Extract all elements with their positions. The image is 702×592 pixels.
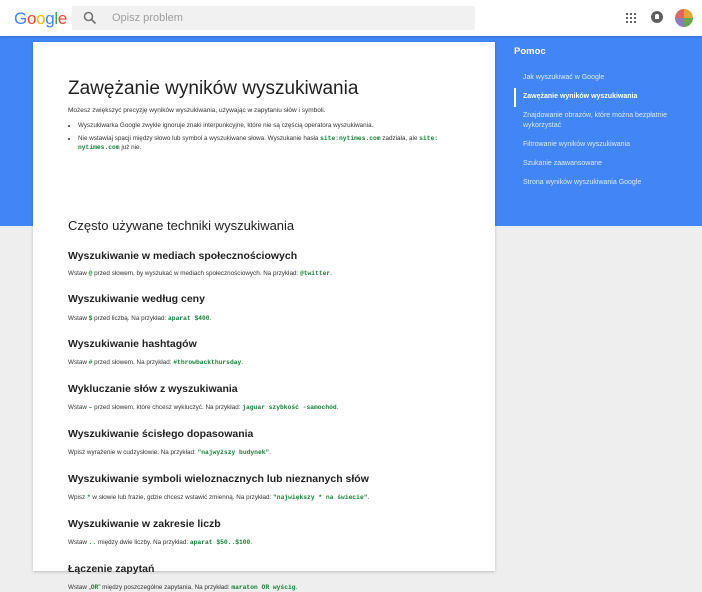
list-item: Wyszukiwarka Google zwykle ignoruje znak… — [78, 121, 468, 130]
list-item: Nie wstawiaj spacji między słowo lub sym… — [78, 134, 468, 152]
section-text: Wstaw $ przed liczbą. Na przykład: apara… — [68, 315, 212, 322]
section-text: Wpisz * w słowie lub frazie, gdzie chces… — [68, 494, 370, 501]
sidebar-item-znajdowanie-obrazow[interactable]: Znajdowanie obrazów, które można bezpłat… — [514, 107, 694, 136]
sidebar-item-szukanie-zaawansowane[interactable]: Szukanie zaawansowane — [514, 155, 694, 174]
sidebar-title[interactable]: Pomoc — [514, 46, 694, 57]
notes-list: Wyszukiwarka Google zwykle ignoruje znak… — [68, 121, 468, 152]
sidebar-item-jak-wyszukiwac[interactable]: Jak wyszukiwać w Google — [514, 69, 694, 88]
example-code: "najwyższy budynek" — [197, 449, 270, 456]
intro-text: Możesz zwiększyć precyzję wyników wyszuk… — [68, 107, 326, 114]
section-heading: Wyszukiwanie według ceny — [68, 293, 205, 305]
section-heading: Wykluczanie słów z wyszukiwania — [68, 383, 238, 395]
example-code: @twitter — [299, 270, 331, 277]
sidebar-item-filtrowanie-wynikow[interactable]: Filtrowanie wyników wyszukiwania — [514, 136, 694, 155]
example-code: jaguar szybkość -samochód — [242, 404, 337, 411]
section-text: Wstaw # przed słowem. Na przykład: #thro… — [68, 359, 244, 366]
search-icon — [83, 11, 97, 25]
example-code: "największy * na świecie" — [273, 494, 368, 501]
section-text: Wstaw „OR” między poszczególne zapytania… — [68, 584, 298, 591]
section-heading: Wyszukiwanie ścisłego dopasowania — [68, 428, 254, 440]
example-code: #throwbackthursday — [173, 359, 242, 366]
sidebar-item-zawezanie-wynikow[interactable]: Zawężanie wyników wyszukiwania — [514, 88, 694, 107]
section-text: Wstaw – przed słowem, które chcesz wyklu… — [68, 404, 339, 411]
section-subtitle: Często używane techniki wyszukiwania — [68, 218, 295, 233]
example-code: aparat $400 — [168, 315, 210, 322]
top-bar: Google — [0, 0, 702, 36]
search-box[interactable] — [72, 6, 475, 30]
section-heading: Wyszukiwanie w zakresie liczb — [68, 518, 221, 530]
sidebar-item-strona-wynikow[interactable]: Strona wyników wyszukiwania Google — [514, 174, 694, 193]
search-input[interactable] — [112, 9, 462, 27]
example-code: site:nytimes.com — [320, 135, 381, 142]
section-text: Wpisz wyrażenie w cudzysłowie. Na przykł… — [68, 449, 272, 456]
apps-grid-icon[interactable] — [626, 13, 636, 23]
article-card: Zawężanie wyników wyszukiwania Możesz zw… — [33, 42, 495, 591]
example-code: aparat $50..$100 — [189, 539, 251, 546]
google-logo[interactable]: Google — [14, 9, 67, 29]
example-code: maraton OR wyścig — [231, 584, 296, 591]
avatar[interactable] — [675, 9, 693, 27]
notifications-icon[interactable] — [651, 11, 663, 23]
section-text: Wstaw @ przed słowem, by wyszukać w medi… — [68, 270, 332, 277]
page-title: Zawężanie wyników wyszukiwania — [68, 78, 359, 99]
help-sidebar: Pomoc Jak wyszukiwać w Google Zawężanie … — [514, 46, 694, 193]
section-text: Wstaw .. między dwie liczby. Na przykład… — [68, 539, 253, 546]
section-heading: Wyszukiwanie hashtagów — [68, 338, 197, 350]
section-heading: Wyszukiwanie symboli wieloznacznych lub … — [68, 473, 369, 485]
section-heading: Łączenie zapytań — [68, 563, 155, 575]
section-heading: Wyszukiwanie w mediach społecznościowych — [68, 250, 298, 262]
